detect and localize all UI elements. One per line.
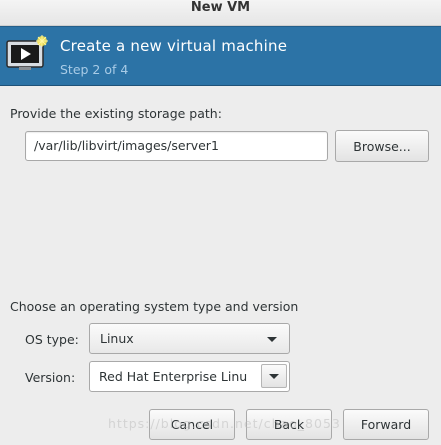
os-section-label: Choose an operating system type and vers…: [10, 299, 299, 314]
chevron-down-icon: [267, 337, 277, 342]
os-type-select[interactable]: Linux: [89, 323, 290, 354]
window-titlebar: New VM: [0, 0, 441, 26]
forward-button[interactable]: Forward: [343, 409, 429, 440]
vm-monitor-icon: [6, 35, 48, 70]
chevron-down-icon: [269, 374, 279, 379]
browse-button[interactable]: Browse...: [335, 130, 429, 162]
os-type-label: OS type:: [25, 332, 79, 347]
storage-path-label: Provide the existing storage path:: [10, 106, 222, 121]
version-value[interactable]: Red Hat Enterprise Linu: [99, 362, 251, 392]
back-button[interactable]: Back: [246, 409, 332, 440]
version-dropdown-button[interactable]: [261, 364, 287, 388]
version-combo[interactable]: Red Hat Enterprise Linu: [89, 361, 290, 392]
cancel-button[interactable]: Cancel: [149, 409, 235, 440]
wizard-step-indicator: Step 2 of 4: [60, 62, 129, 77]
wizard-heading: Create a new virtual machine: [60, 37, 288, 55]
window-title: New VM: [190, 0, 251, 15]
storage-path-input[interactable]: /var/lib/libvirt/images/server1: [25, 131, 328, 161]
wizard-banner: Create a new virtual machine Step 2 of 4: [0, 26, 441, 86]
os-type-value: Linux: [100, 331, 134, 346]
version-label: Version:: [25, 370, 76, 385]
